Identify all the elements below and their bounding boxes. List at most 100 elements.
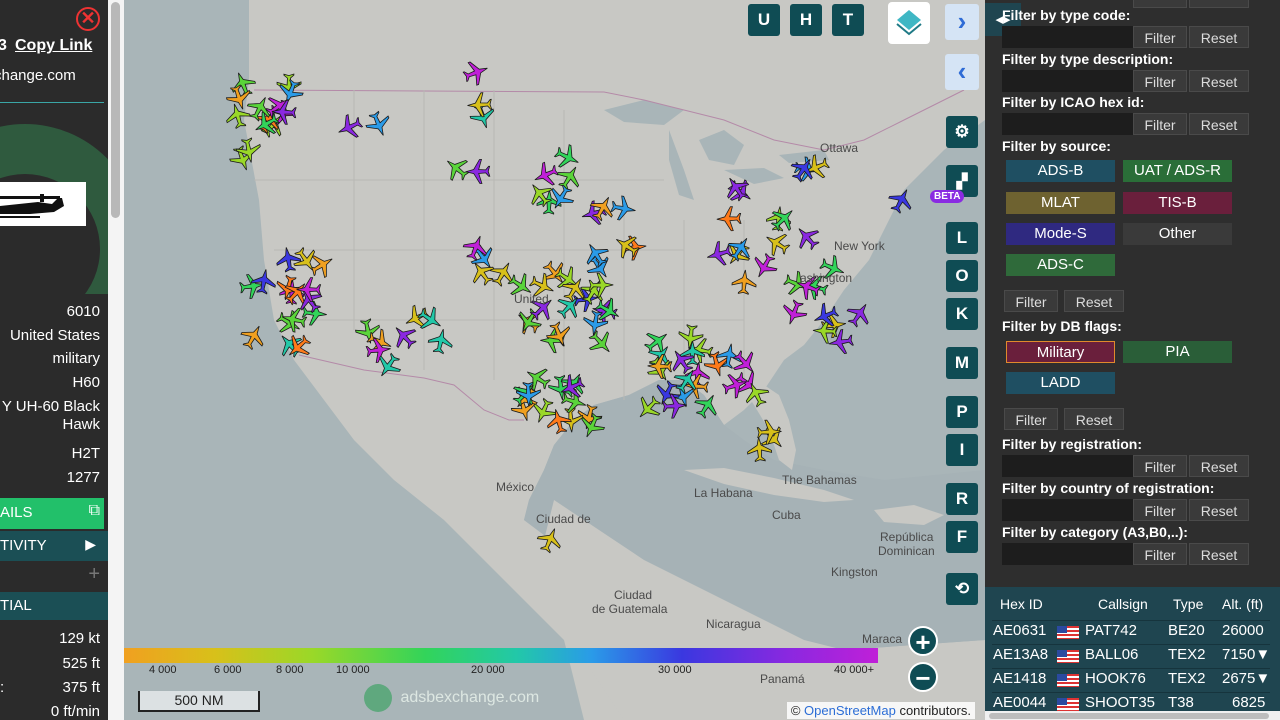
aircraft-marker-icon[interactable] [274, 245, 302, 273]
aircraft-marker-icon[interactable] [440, 152, 474, 186]
reset-button[interactable]: Reset [1189, 499, 1249, 521]
aircraft-marker-icon[interactable] [334, 111, 366, 143]
zoom-in-button[interactable]: + [908, 626, 938, 656]
filter-button[interactable]: Filter [1133, 113, 1187, 135]
spatial-section-header[interactable]: TIAL [0, 592, 108, 620]
reset-button[interactable] [1189, 0, 1249, 8]
aircraft-marker-icon[interactable] [544, 319, 575, 350]
filter-button[interactable]: Filter [1133, 455, 1187, 477]
aircraft-marker-icon[interactable] [610, 195, 638, 223]
filter-button[interactable]: Filter [1133, 70, 1187, 92]
dbflag-ladd-button[interactable]: LADD [1006, 372, 1115, 394]
source-modes-button[interactable]: Mode-S [1006, 223, 1115, 245]
toggle-h-button[interactable]: H [790, 4, 822, 36]
type-code-input[interactable] [1002, 26, 1133, 48]
zoom-out-button[interactable]: − [908, 662, 938, 692]
icao-hex-input[interactable] [1002, 113, 1133, 135]
reset-button[interactable]: Reset [1064, 408, 1124, 430]
details-button[interactable]: AILS ⧉ [0, 498, 104, 529]
aircraft-marker-icon[interactable] [720, 171, 753, 204]
reset-button[interactable]: Reset [1064, 290, 1124, 312]
source-uat-button[interactable]: UAT / ADS-R [1123, 160, 1232, 182]
toggle-t-button[interactable]: T [832, 4, 864, 36]
reset-button[interactable]: Reset [1189, 70, 1249, 92]
toggle-f-button[interactable]: F [946, 521, 978, 553]
filter-button[interactable]: Filter [1004, 290, 1058, 312]
table-scrollbar-thumb[interactable] [989, 713, 1269, 719]
aircraft-photo[interactable] [0, 104, 108, 294]
aircraft-marker-icon[interactable] [237, 320, 270, 353]
aircraft-marker-icon[interactable] [551, 141, 583, 173]
toggle-k-button[interactable]: K [946, 298, 978, 330]
type-desc-input[interactable] [1002, 70, 1133, 92]
column-header-callsign[interactable]: Callsign [1098, 596, 1148, 612]
aircraft-marker-icon[interactable] [577, 275, 610, 308]
filter-button[interactable]: Filter [1133, 26, 1187, 48]
toggle-r-button[interactable]: R [946, 483, 978, 515]
aircraft-marker-icon[interactable] [728, 346, 762, 380]
country-input[interactable] [1002, 499, 1133, 521]
aircraft-marker-icon[interactable] [534, 524, 565, 555]
replay-button[interactable]: ⟲ [946, 573, 978, 605]
left-panel-scrollbar-thumb[interactable] [111, 2, 120, 218]
aircraft-marker-icon[interactable] [716, 206, 742, 232]
toggle-m-button[interactable]: M [946, 347, 978, 379]
aircraft-marker-icon[interactable] [461, 57, 492, 88]
aircraft-marker-icon[interactable] [760, 227, 793, 260]
aircraft-marker-icon[interactable] [748, 250, 781, 283]
toggle-p-button[interactable]: P [946, 396, 978, 428]
aircraft-marker-icon[interactable] [790, 220, 824, 254]
chevron-right-icon[interactable]: › [945, 4, 979, 40]
toggle-u-button[interactable]: U [748, 4, 780, 36]
filter-button[interactable]: Filter [1133, 543, 1187, 565]
filter-button[interactable] [1133, 0, 1187, 8]
aircraft-marker-icon[interactable] [631, 391, 665, 425]
column-header-altitude[interactable]: Alt. (ft) [1222, 596, 1263, 612]
aircraft-marker-icon[interactable] [584, 326, 618, 360]
toggle-i-button[interactable]: I [946, 434, 978, 466]
dbflag-pia-button[interactable]: PIA [1123, 341, 1232, 363]
reset-button[interactable]: Reset [1189, 455, 1249, 477]
filter-type-desc-label: Filter by type description: [1002, 51, 1174, 67]
close-icon[interactable]: ✕ [76, 7, 100, 31]
aircraft-marker-icon[interactable] [465, 159, 491, 184]
aircraft-marker-icon[interactable] [387, 319, 421, 353]
map-view[interactable]: United México La Habana The Bahamas Cuba… [124, 0, 985, 720]
copy-link-button[interactable]: Copy Link [15, 37, 92, 55]
column-header-hex[interactable]: Hex ID [1000, 596, 1043, 612]
openstreetmap-link[interactable]: OpenStreetMap [804, 703, 896, 718]
dbflag-military-button[interactable]: Military [1006, 341, 1115, 363]
filter-button[interactable]: Filter [1133, 499, 1187, 521]
layers-button[interactable] [888, 2, 930, 44]
source-tisb-button[interactable]: TIS-B [1123, 192, 1232, 214]
settings-button[interactable]: ⚙ [946, 116, 978, 148]
category-input[interactable] [1002, 543, 1133, 565]
chevron-left-icon[interactable]: ‹ [945, 54, 979, 90]
aircraft-marker-icon[interactable] [731, 269, 757, 295]
reset-button[interactable]: Reset [1189, 26, 1249, 48]
registration-input[interactable] [1002, 455, 1133, 477]
filter-button[interactable]: Filter [1004, 408, 1058, 430]
toggle-o-button[interactable]: O [946, 260, 978, 292]
aircraft-marker-icon[interactable] [224, 83, 254, 113]
aircraft-marker-icon[interactable] [363, 109, 394, 140]
aircraft-marker-icon[interactable] [843, 298, 876, 331]
source-mlat-button[interactable]: MLAT [1006, 192, 1115, 214]
aircraft-marker-icon[interactable] [487, 257, 520, 290]
aircraft-layer[interactable] [124, 0, 985, 640]
aircraft-marker-icon[interactable] [553, 161, 586, 194]
source-other-button[interactable]: Other [1123, 223, 1232, 245]
add-section-button[interactable]: + [0, 563, 108, 591]
reset-button[interactable]: Reset [1189, 543, 1249, 565]
aircraft-marker-icon[interactable] [372, 349, 405, 382]
aircraft-marker-icon[interactable] [647, 353, 673, 379]
aircraft-marker-icon[interactable] [779, 297, 810, 328]
aircraft-marker-icon[interactable] [885, 184, 917, 216]
reset-button[interactable]: Reset [1189, 113, 1249, 135]
aircraft-marker-icon[interactable] [427, 327, 455, 355]
activity-section-toggle[interactable]: TIVITY ▶ [0, 531, 108, 561]
toggle-l-button[interactable]: L [946, 222, 978, 254]
source-adsb-button[interactable]: ADS-B [1006, 160, 1115, 182]
column-header-type[interactable]: Type [1173, 596, 1203, 612]
source-adsc-button[interactable]: ADS-C [1006, 254, 1115, 276]
